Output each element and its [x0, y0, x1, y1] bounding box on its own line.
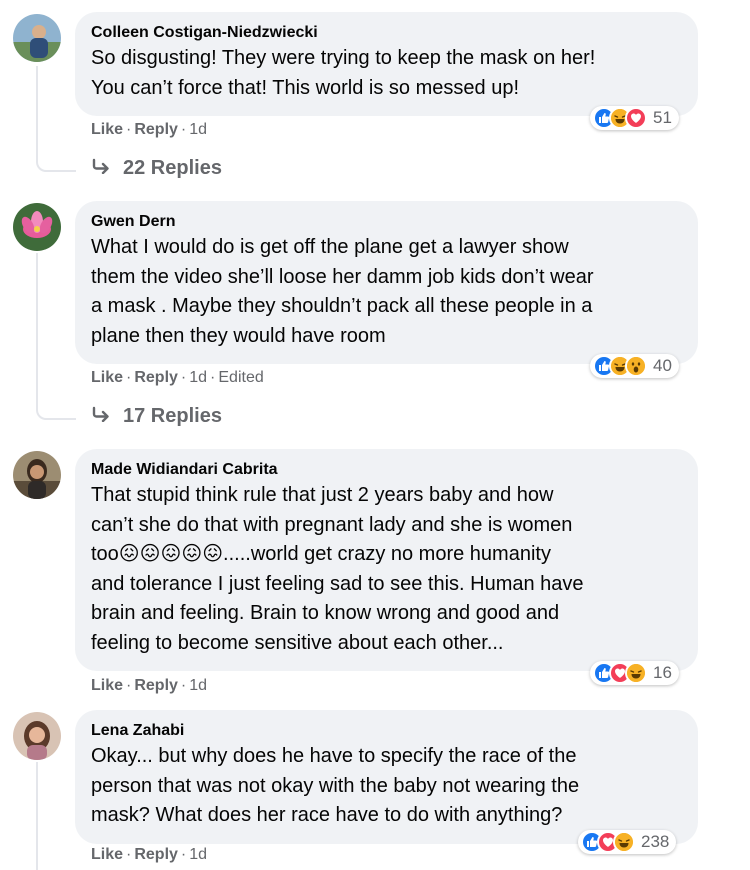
- reaction-count: 238: [641, 832, 670, 851]
- thread-elbow: [36, 148, 76, 172]
- thread-line: [36, 66, 38, 148]
- reaction-summary[interactable]: 16: [590, 661, 679, 685]
- like-link[interactable]: Like: [91, 121, 123, 138]
- comment-text-line: can’t she do that with pregnant lady and…: [91, 513, 573, 536]
- avatar[interactable]: [13, 451, 61, 499]
- action-separator: ·: [126, 677, 132, 694]
- thread-elbow: [36, 396, 76, 420]
- wow-reaction-icon: [625, 355, 647, 377]
- comment-text-line: and tolerance I just feeling sad to see …: [91, 572, 584, 595]
- comment-timestamp[interactable]: 1d: [189, 369, 207, 386]
- comment-text-line: person that was not okay with the baby n…: [91, 774, 580, 797]
- edited-label: Edited: [218, 369, 264, 386]
- comment-timestamp[interactable]: 1d: [189, 846, 207, 863]
- comment-text-line: So disgusting! They were trying to keep …: [91, 47, 596, 69]
- comment-timestamp[interactable]: 1d: [189, 677, 207, 694]
- comment-author[interactable]: Colleen Costigan-Niedzwiecki: [91, 22, 680, 44]
- comment-text-line: mask? What does her race have to do with…: [91, 804, 563, 826]
- comment-author[interactable]: Gwen Dern: [91, 211, 680, 233]
- comment-bubble: Colleen Costigan-Niedzwiecki So disgusti…: [75, 12, 698, 116]
- comment-actions: Like · Reply · 1d: [91, 677, 207, 695]
- comment-actions: Like · Reply · 1d: [91, 846, 207, 864]
- like-link[interactable]: Like: [91, 677, 123, 694]
- action-separator: ·: [126, 121, 132, 138]
- reply-arrow-icon: [91, 405, 111, 428]
- avatar[interactable]: [13, 712, 61, 760]
- reply-link[interactable]: Reply: [134, 369, 178, 386]
- comment-text-line: them the video she’ll loose her damm job…: [91, 265, 594, 288]
- haha-reaction-icon: [625, 662, 647, 684]
- reaction-summary[interactable]: 40: [590, 354, 679, 378]
- action-separator: ·: [180, 121, 187, 138]
- comment-text-line: feeling to become sensitive about each o…: [91, 631, 504, 654]
- comment-text-line: That stupid think rule that just 2 years…: [91, 484, 554, 506]
- comment-text-line: You can’t force that! This world is so m…: [91, 76, 519, 99]
- reply-link[interactable]: Reply: [134, 121, 178, 138]
- replies-label: 22 Replies: [123, 157, 222, 179]
- like-link[interactable]: Like: [91, 846, 123, 863]
- haha-reaction-icon: [613, 831, 635, 853]
- replies-label: 17 Replies: [123, 405, 222, 427]
- thread-line: [36, 762, 38, 870]
- comment-bubble: Lena Zahabi Okay... but why does he have…: [75, 710, 698, 844]
- comment-text-line: brain and feeling. Brain to know wrong a…: [91, 602, 560, 624]
- thread-line: [36, 253, 38, 396]
- comment-author[interactable]: Lena Zahabi: [91, 720, 680, 742]
- like-link[interactable]: Like: [91, 369, 123, 386]
- reaction-count: 16: [653, 663, 672, 682]
- comment-text-line: What I would do is get off the plane get…: [91, 236, 569, 258]
- comment-text-line: plane then they would have room: [91, 324, 386, 347]
- action-separator: ·: [126, 369, 132, 386]
- action-separator: ·: [126, 846, 132, 863]
- view-replies-link[interactable]: 22 Replies: [91, 157, 222, 180]
- comment-author[interactable]: Made Widiandari Cabrita: [91, 459, 680, 481]
- avatar[interactable]: [13, 203, 61, 251]
- action-separator: ·: [180, 369, 187, 386]
- comment-text-line: too😖😖😖😖😖.....world get crazy no more hum…: [91, 543, 551, 565]
- avatar[interactable]: [13, 14, 61, 62]
- reaction-summary[interactable]: 238: [578, 830, 677, 854]
- reaction-summary[interactable]: 51: [590, 106, 679, 130]
- reply-link[interactable]: Reply: [134, 846, 178, 863]
- comment-text-line: a mask . Maybe they shouldn’t pack all t…: [91, 295, 593, 317]
- comment-actions: Like · Reply · 1d · Edited: [91, 369, 264, 387]
- action-separator: ·: [180, 677, 187, 694]
- comment-bubble: Made Widiandari Cabrita That stupid thin…: [75, 449, 698, 671]
- comment-actions: Like · Reply · 1d: [91, 121, 207, 139]
- reply-link[interactable]: Reply: [134, 677, 178, 694]
- comment-bubble: Gwen Dern What I would do is get off the…: [75, 201, 698, 364]
- view-replies-link[interactable]: 17 Replies: [91, 405, 222, 428]
- love-reaction-icon: [625, 107, 647, 129]
- reaction-count: 40: [653, 356, 672, 375]
- action-separator: ·: [210, 369, 216, 386]
- comment-text-line: Okay... but why does he have to specify …: [91, 745, 577, 767]
- comments-section: Colleen Costigan-Niedzwiecki So disgusti…: [0, 0, 750, 870]
- reply-arrow-icon: [91, 157, 111, 180]
- comment-timestamp[interactable]: 1d: [189, 121, 207, 138]
- action-separator: ·: [180, 846, 187, 863]
- reaction-count: 51: [653, 108, 672, 127]
